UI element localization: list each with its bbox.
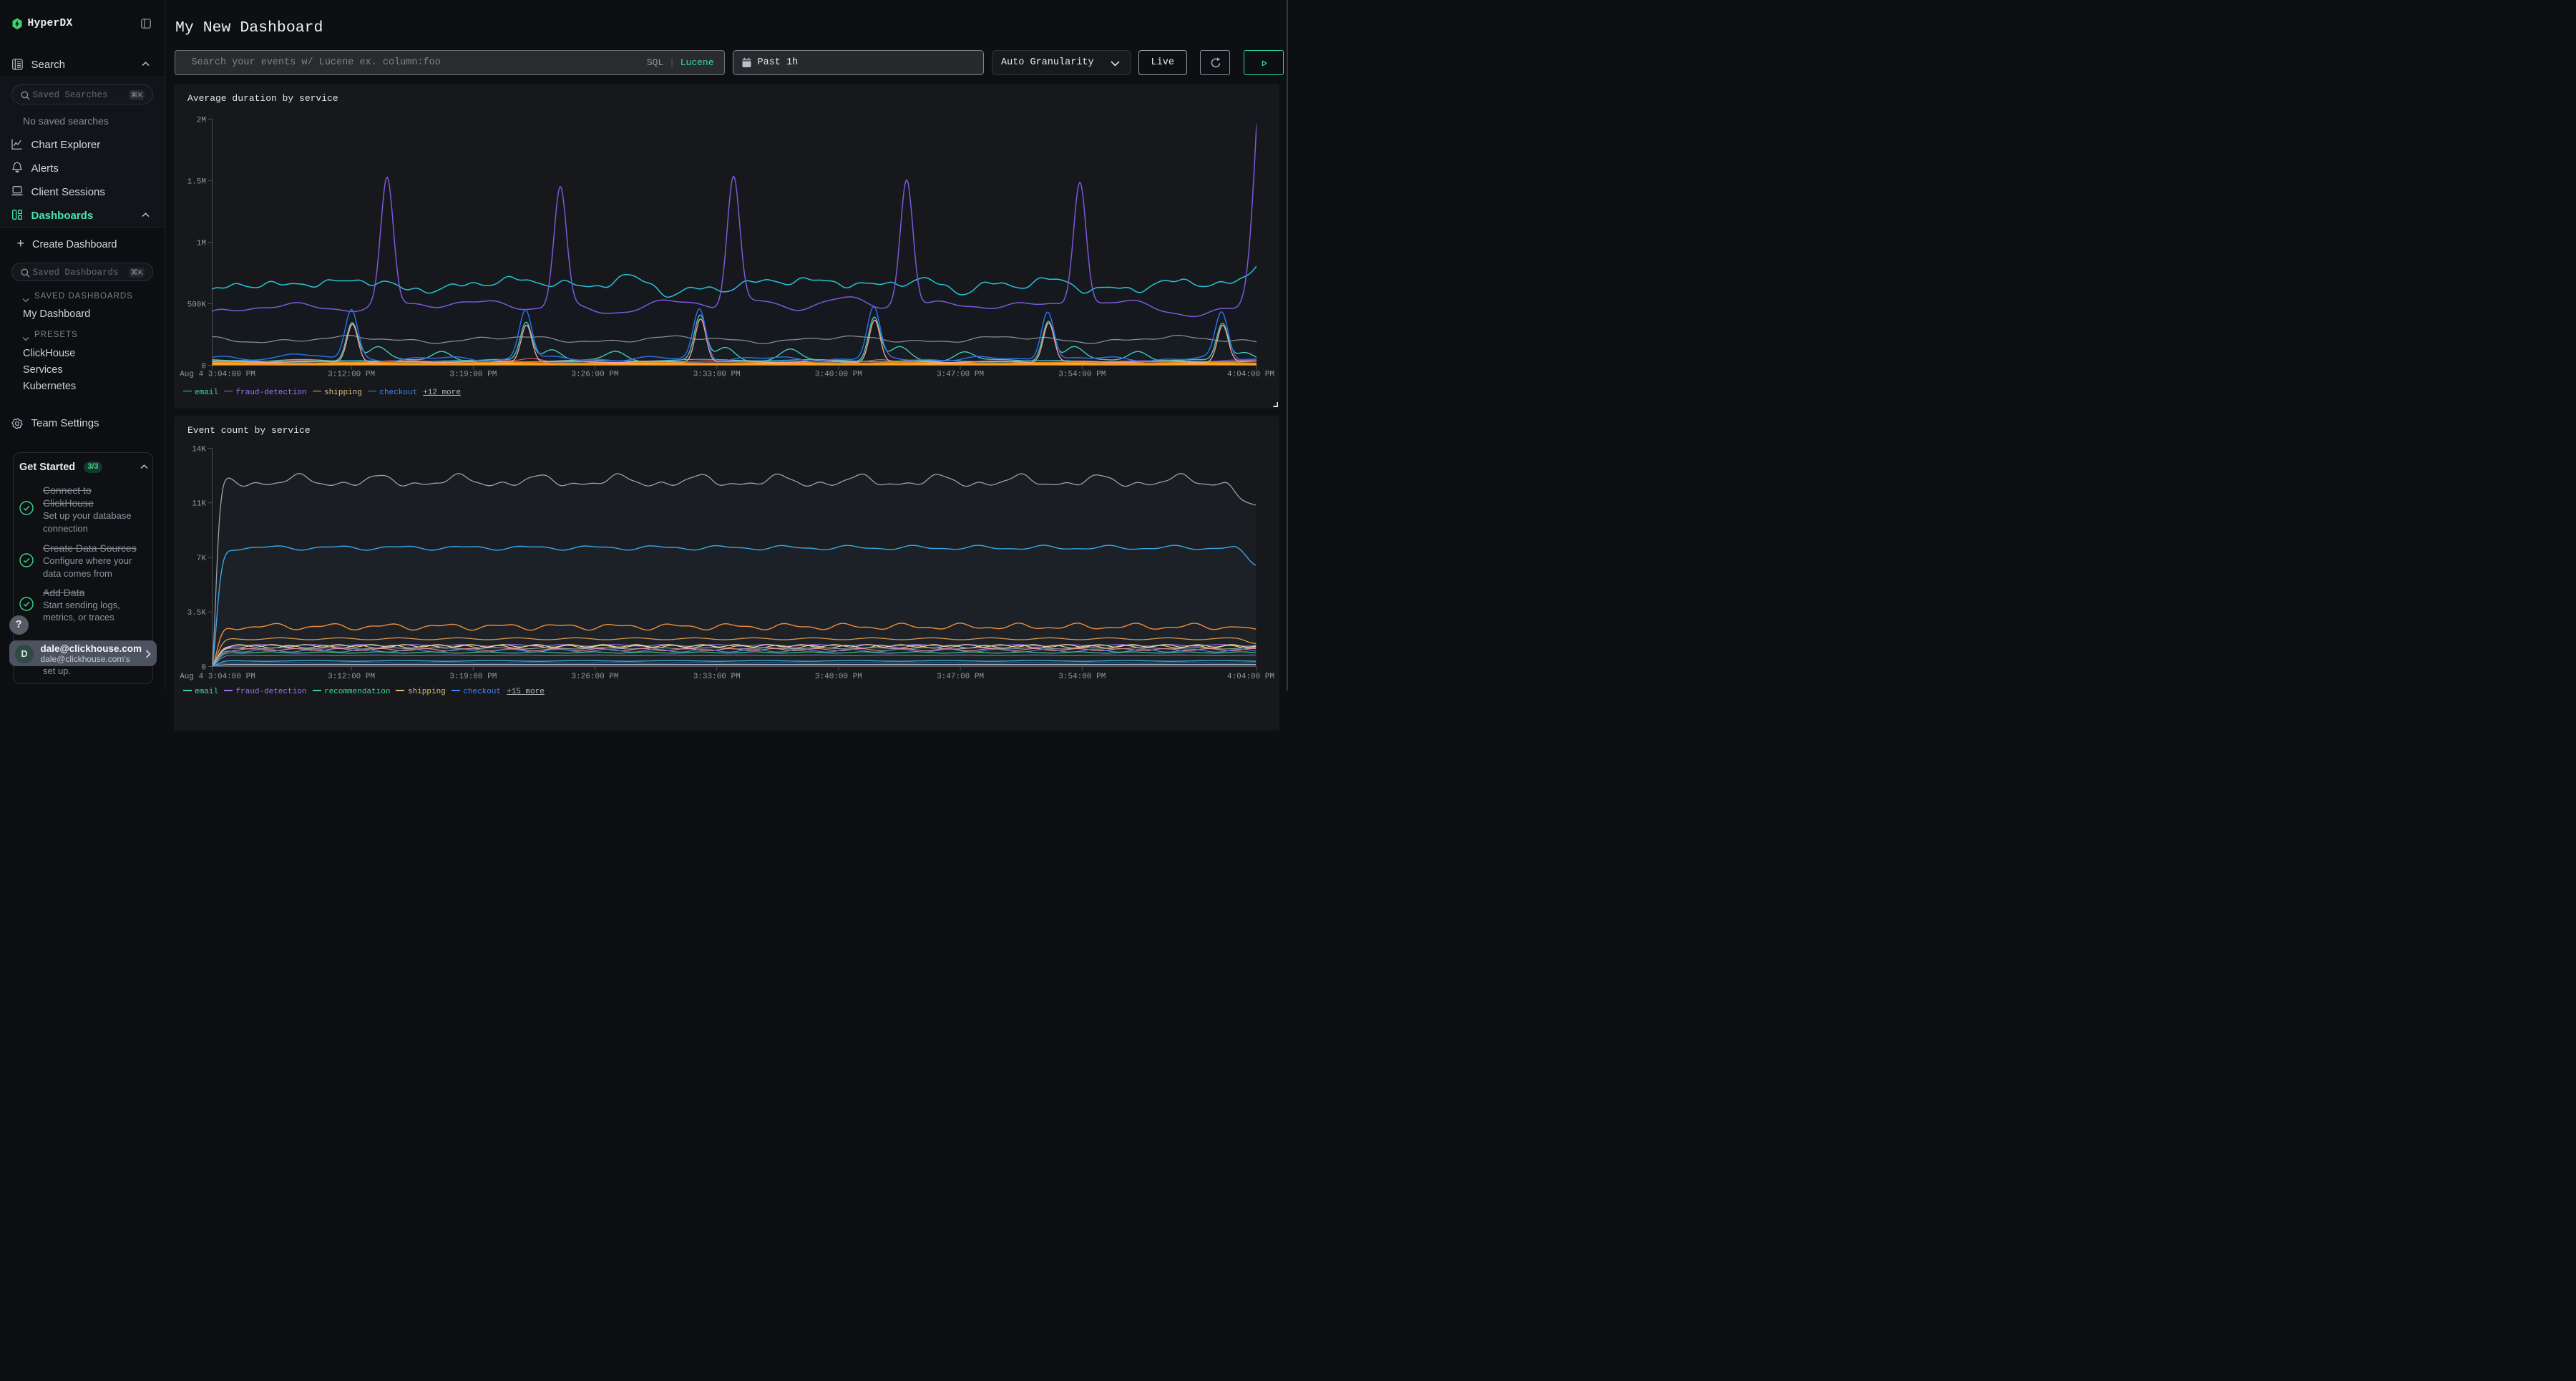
svg-text:0: 0: [201, 663, 206, 672]
svg-text:3:40:00 PM: 3:40:00 PM: [814, 370, 862, 379]
svg-text:3:26:00 PM: 3:26:00 PM: [571, 673, 618, 681]
svg-text:1M: 1M: [196, 239, 205, 248]
svg-text:4:04:00 PM: 4:04:00 PM: [1226, 673, 1274, 681]
svg-text:7K: 7K: [196, 555, 206, 563]
svg-text:Aug 4 3:04:00 PM: Aug 4 3:04:00 PM: [180, 370, 255, 379]
svg-text:3:33:00 PM: 3:33:00 PM: [693, 370, 740, 379]
svg-text:3:19:00 PM: 3:19:00 PM: [449, 673, 497, 681]
svg-text:3:26:00 PM: 3:26:00 PM: [571, 370, 618, 379]
svg-text:11K: 11K: [192, 500, 206, 509]
svg-text:3.5K: 3.5K: [187, 609, 206, 618]
svg-text:3:12:00 PM: 3:12:00 PM: [328, 370, 375, 379]
svg-text:Aug 4 3:04:00 PM: Aug 4 3:04:00 PM: [180, 673, 255, 681]
svg-text:3:12:00 PM: 3:12:00 PM: [328, 673, 375, 681]
svg-text:3:54:00 PM: 3:54:00 PM: [1058, 370, 1106, 379]
svg-text:0: 0: [201, 362, 206, 371]
svg-text:3:40:00 PM: 3:40:00 PM: [814, 673, 862, 681]
svg-text:3:47:00 PM: 3:47:00 PM: [937, 370, 984, 379]
svg-text:4:04:00 PM: 4:04:00 PM: [1226, 370, 1274, 379]
svg-text:3:47:00 PM: 3:47:00 PM: [937, 673, 984, 681]
svg-text:3:33:00 PM: 3:33:00 PM: [693, 673, 740, 681]
svg-text:2M: 2M: [196, 116, 205, 125]
svg-text:500K: 500K: [187, 301, 206, 309]
svg-text:14K: 14K: [192, 445, 206, 454]
svg-text:1.5M: 1.5M: [187, 177, 205, 186]
svg-text:3:54:00 PM: 3:54:00 PM: [1058, 673, 1106, 681]
svg-text:3:19:00 PM: 3:19:00 PM: [449, 370, 497, 379]
